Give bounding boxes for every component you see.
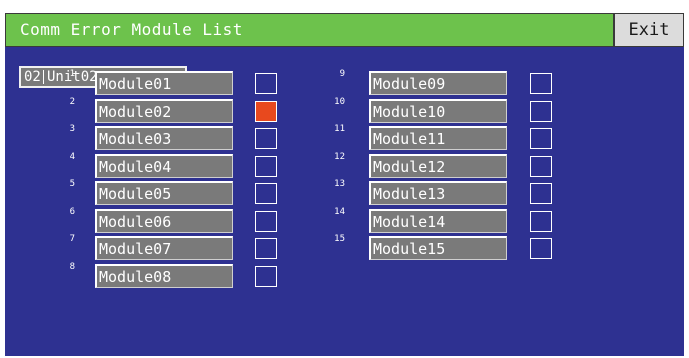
- slot-number: 1: [69, 69, 75, 79]
- slot-number: 8: [69, 261, 75, 272]
- module-label: Module09: [369, 71, 507, 95]
- module-label: Module04: [95, 153, 233, 178]
- module-label: Module12: [369, 153, 507, 178]
- error-indicator[interactable]: [530, 100, 552, 122]
- slot-number: 10: [334, 96, 345, 107]
- slot-number: 6: [69, 206, 75, 217]
- error-indicator[interactable]: [255, 100, 277, 122]
- module-label: Module08: [95, 263, 233, 288]
- error-indicator[interactable]: [530, 238, 552, 259]
- error-indicator[interactable]: [255, 210, 277, 232]
- error-indicator[interactable]: [255, 128, 277, 149]
- slot-number: 2: [69, 96, 75, 107]
- error-indicator[interactable]: [530, 155, 552, 177]
- slot-number: 5: [69, 179, 75, 189]
- module-label: Module11: [369, 126, 507, 150]
- slot-number: 3: [69, 124, 75, 134]
- unit-number: 02: [24, 69, 41, 85]
- slot-number: 4: [69, 151, 75, 162]
- unit-divider: [43, 70, 44, 84]
- error-indicator[interactable]: [530, 183, 552, 204]
- error-indicator[interactable]: [255, 265, 277, 287]
- slot-number: 12: [334, 151, 345, 162]
- module-label: Module10: [369, 98, 507, 123]
- slot-number: 11: [334, 124, 345, 134]
- error-indicator[interactable]: [530, 128, 552, 149]
- module-label: Module01: [95, 71, 233, 95]
- title-bar: Comm Error Module List: [5, 13, 614, 47]
- module-label: Module13: [369, 181, 507, 205]
- module-label: Module15: [369, 236, 507, 260]
- slot-number: 13: [334, 179, 345, 189]
- module-panel: 02 Unit02 1 Module01 2 Module02 3 Module03 4 Mo…: [5, 47, 684, 356]
- error-indicator[interactable]: [530, 210, 552, 232]
- error-indicator[interactable]: [255, 155, 277, 177]
- page-title: Comm Error Module List: [20, 20, 243, 39]
- module-label: Module14: [369, 208, 507, 233]
- module-label: Module07: [95, 236, 233, 260]
- slot-number: 15: [334, 234, 345, 244]
- error-indicator[interactable]: [255, 238, 277, 259]
- module-label: Module05: [95, 181, 233, 205]
- error-indicator[interactable]: [255, 73, 277, 94]
- module-label: Module03: [95, 126, 233, 150]
- exit-button[interactable]: Exit: [614, 13, 684, 47]
- comm-error-screen: Comm Error Module List Exit 02 Unit02 1M…: [0, 0, 689, 358]
- slot-number: 14: [334, 206, 345, 217]
- module-label: Module02: [95, 98, 233, 123]
- error-indicator[interactable]: [255, 183, 277, 204]
- module-label: Module06: [95, 208, 233, 233]
- error-indicator[interactable]: [530, 73, 552, 94]
- slot-number: 7: [69, 234, 75, 244]
- slot-number: 9: [339, 69, 345, 79]
